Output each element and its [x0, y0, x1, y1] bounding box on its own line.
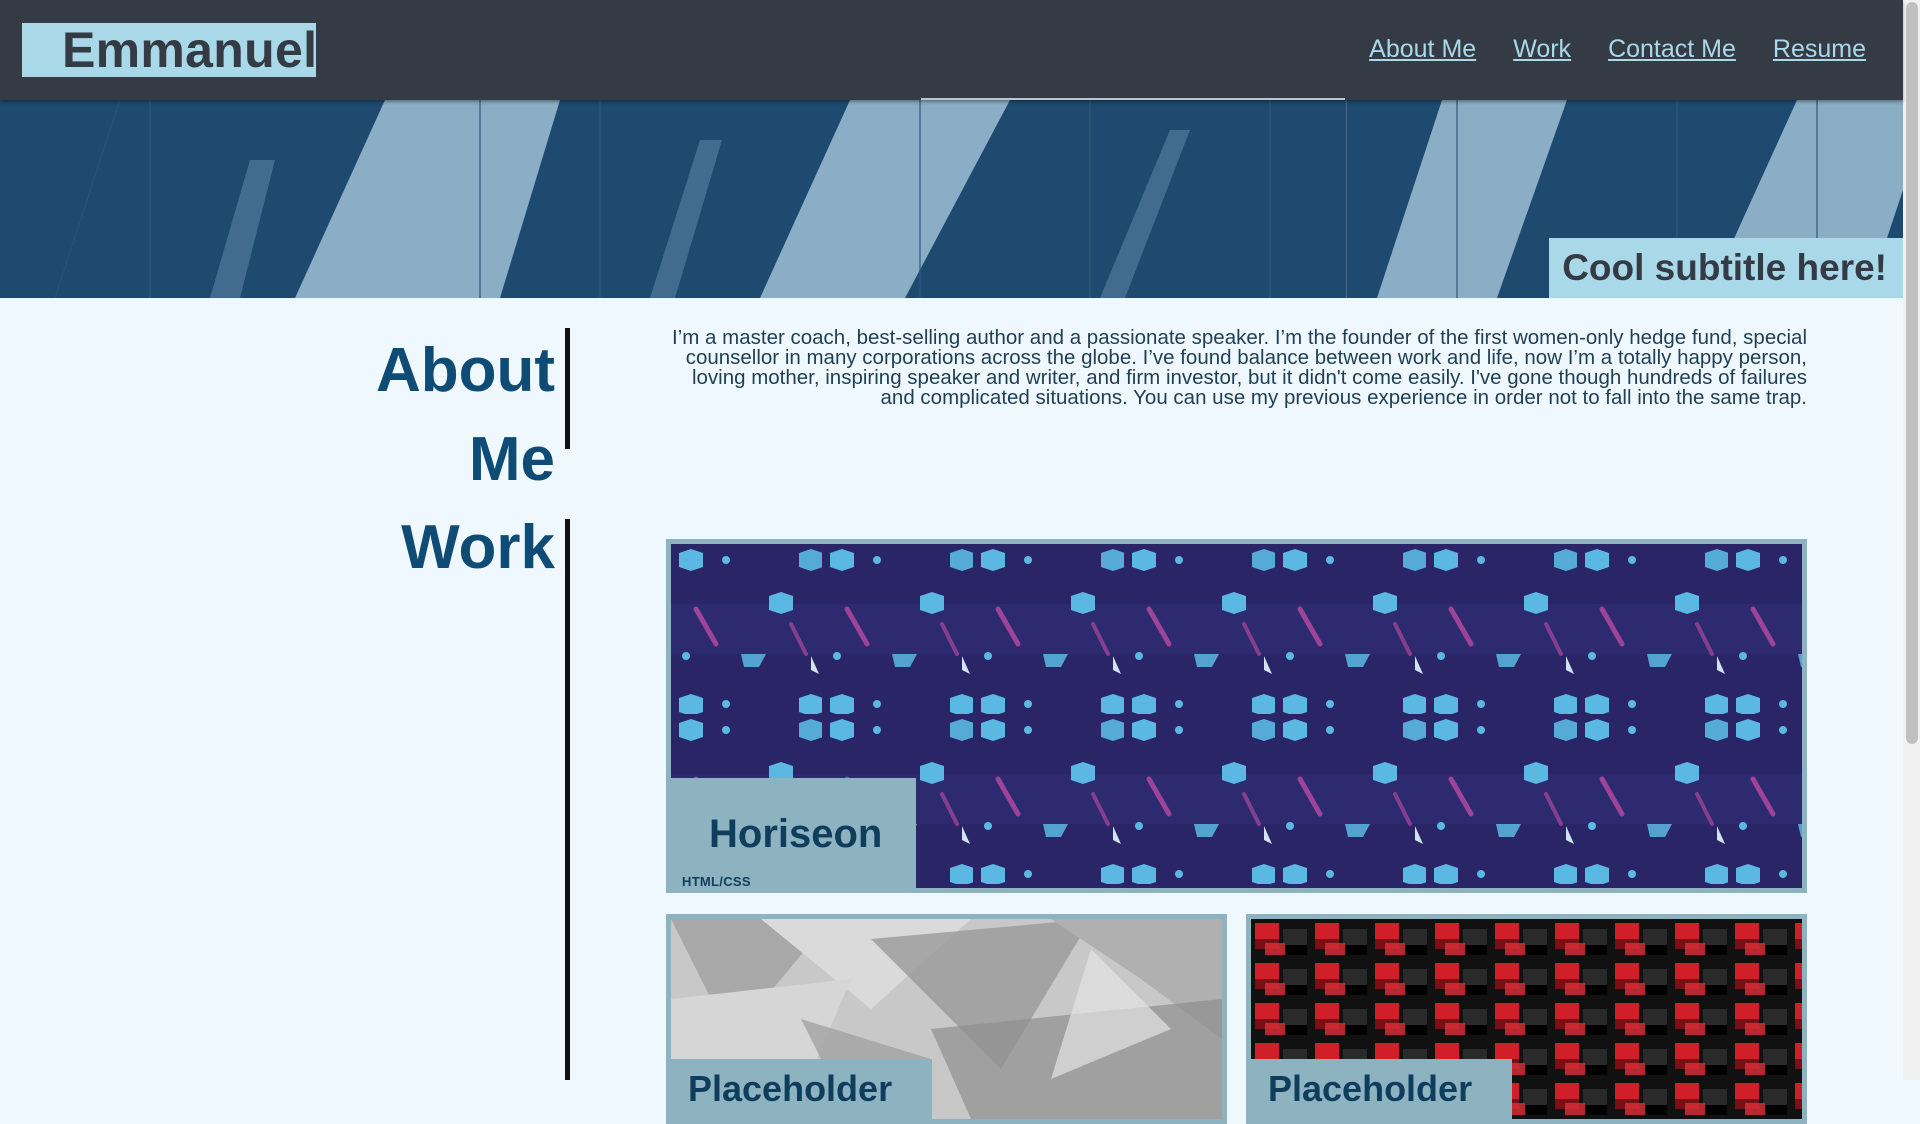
work-card-placeholder-2[interactable]: Placeholder — [1246, 914, 1807, 1124]
nav-link-resume[interactable]: Resume — [1773, 33, 1866, 65]
work-card-title: Horiseon — [709, 812, 883, 856]
about-heading-line1: About — [375, 336, 555, 405]
about-heading-line2: Me — [468, 425, 555, 494]
work-heading: Work — [401, 513, 555, 582]
work-card-placeholder-1[interactable]: Placeholder — [666, 914, 1227, 1124]
nav-link-about-me[interactable]: About Me — [1369, 33, 1476, 65]
work-card-title: Placeholder — [1268, 1068, 1473, 1109]
hero-image-panel — [0, 100, 1346, 298]
logo-text: Emmanuel — [62, 22, 318, 78]
work-heading-rule — [565, 519, 570, 1080]
site-header: Emmanuel About Me Work Contact Me Resume — [0, 0, 1903, 100]
work-card-label: Horiseon HTML/CSS — [671, 778, 916, 888]
work-card-label: Placeholder — [1251, 1059, 1512, 1119]
about-text: I’m a master coach, best-selling author … — [672, 326, 1807, 409]
main-nav: About Me Work Contact Me Resume — [1369, 33, 1866, 65]
about-heading: About Me — [255, 326, 555, 504]
hero-top-line — [921, 98, 1345, 100]
about-heading-rule — [565, 328, 570, 449]
hero-subtitle: Cool subtitle here! — [1549, 238, 1903, 298]
nav-link-contact-me[interactable]: Contact Me — [1608, 33, 1736, 65]
work-card-title: Placeholder — [688, 1068, 893, 1109]
work-card-tech: HTML/CSS — [682, 874, 751, 889]
work-card-label: Placeholder — [671, 1059, 932, 1119]
nav-link-work[interactable]: Work — [1513, 33, 1571, 65]
work-card-horiseon[interactable]: Horiseon HTML/CSS — [666, 539, 1807, 893]
scrollbar-thumb[interactable] — [1906, 2, 1918, 744]
page-scrollbar[interactable] — [1903, 0, 1920, 1080]
hero-subtitle-text: Cool subtitle here! — [1562, 247, 1887, 288]
site-logo[interactable]: Emmanuel — [22, 22, 318, 78]
hero-banner: Cool subtitle here! — [0, 100, 1903, 298]
